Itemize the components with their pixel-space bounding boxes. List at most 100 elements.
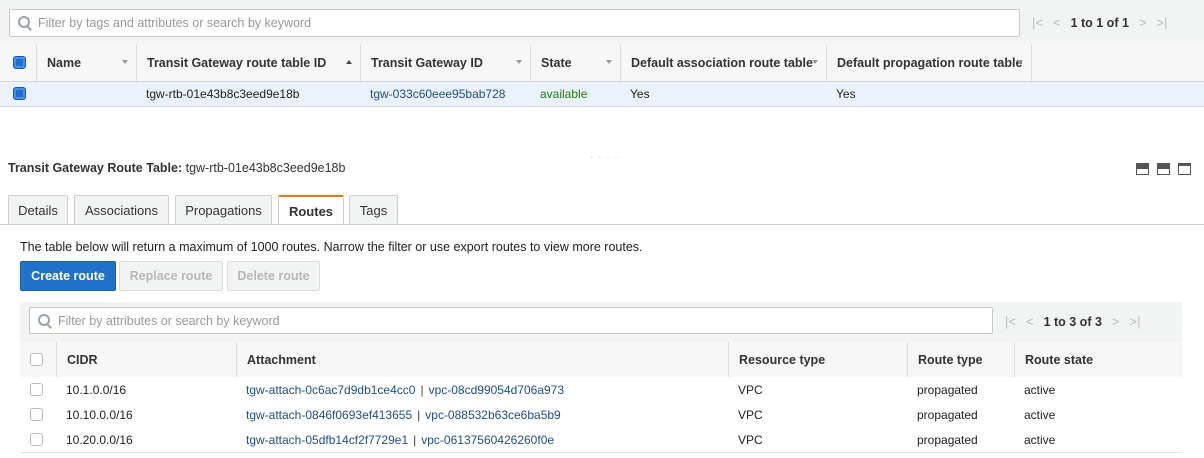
tab-tags[interactable]: Tags: [349, 195, 398, 224]
cell-route-state: active: [1024, 432, 1056, 447]
tab-details[interactable]: Details: [8, 195, 68, 224]
last-page-icon[interactable]: >|: [1157, 15, 1168, 30]
table-row[interactable]: 10.20.0.0/16 tgw-attach-05dfb14cf2f7729e…: [20, 427, 1182, 453]
split-view-icon[interactable]: [1178, 163, 1191, 175]
tab-associations[interactable]: Associations: [74, 195, 169, 224]
cell-resource-type: VPC: [738, 432, 763, 447]
sort-icon: [516, 60, 522, 64]
col-resource-type[interactable]: Resource type: [728, 342, 907, 377]
row-checkbox[interactable]: [30, 383, 43, 396]
tabs-divider: [0, 224, 1204, 225]
cell-cidr: 10.20.0.0/16: [66, 432, 133, 447]
sort-icon: [122, 60, 128, 64]
top-pagination: |< < 1 to 1 of 1 > >|: [1032, 15, 1167, 30]
col-cidr[interactable]: CIDR: [56, 342, 236, 377]
col-default-association[interactable]: Default association route table: [620, 45, 826, 81]
cell-route-state: active: [1024, 382, 1056, 397]
cell-route-type: propagated: [917, 432, 978, 447]
vpc-link[interactable]: vpc-088532b63ce6ba5b9: [425, 408, 560, 422]
panel-resize-handle[interactable]: · · · ·: [590, 152, 619, 163]
detail-title: Transit Gateway Route Table: tgw-rtb-01e…: [8, 161, 345, 175]
top-pagination-text: 1 to 1 of 1: [1070, 15, 1129, 30]
col-name[interactable]: Name: [36, 45, 136, 81]
first-page-icon[interactable]: |<: [1032, 15, 1043, 30]
split-view-icon[interactable]: [1157, 163, 1170, 175]
col-route-type[interactable]: Route type: [907, 342, 1014, 377]
col-default-propagation-label: Default propagation route table: [837, 56, 1023, 70]
search-icon: [38, 313, 52, 328]
col-resource-type-label: Resource type: [739, 352, 826, 367]
sort-icon: [1017, 60, 1023, 64]
col-state[interactable]: State: [530, 45, 620, 81]
col-gateway-id[interactable]: Transit Gateway ID: [360, 45, 530, 81]
routes-filter-bar: Filter by attributes or search by keywor…: [20, 302, 1182, 343]
delete-route-button[interactable]: Delete route: [227, 261, 320, 291]
split-view-icon[interactable]: [1136, 163, 1149, 175]
table-row[interactable]: tgw-rtb-01e43b8c3eed9e18b tgw-033c60eee9…: [0, 82, 1204, 107]
next-page-icon[interactable]: >: [1139, 15, 1147, 30]
col-route-table-id[interactable]: Transit Gateway route table ID: [136, 45, 360, 81]
sort-icon: [606, 60, 612, 64]
prev-page-icon[interactable]: <: [1026, 314, 1034, 329]
col-attachment[interactable]: Attachment: [236, 342, 728, 377]
select-all-checkbox[interactable]: [13, 56, 26, 69]
col-default-association-label: Default association route table: [631, 56, 813, 70]
routes-pagination-text: 1 to 3 of 3: [1043, 314, 1102, 329]
col-attachment-label: Attachment: [247, 352, 316, 367]
col-route-state[interactable]: Route state: [1014, 342, 1182, 377]
col-state-label: State: [541, 56, 572, 70]
cell-route-state: active: [1024, 407, 1056, 422]
cell-route-type: propagated: [917, 407, 978, 422]
attachment-separator: |: [417, 407, 421, 422]
cell-attachment: tgw-attach-0c6ac7d9db1ce4cc0 | vpc-08cd990…: [236, 377, 564, 402]
cell-state: available: [540, 87, 588, 101]
col-route-table-id-label: Transit Gateway route table ID: [147, 56, 327, 70]
row-checkbox[interactable]: [30, 408, 43, 421]
tab-routes[interactable]: Routes: [278, 195, 344, 225]
routes-pagination: |< < 1 to 3 of 3 > >|: [1005, 314, 1140, 329]
top-filter-bar: Filter by tags and attributes or search …: [0, 0, 1204, 46]
sort-icon: [812, 60, 818, 64]
routes-search-input[interactable]: Filter by attributes or search by keywor…: [29, 307, 993, 334]
attachment-link[interactable]: tgw-attach-05dfb14cf2f7729e1: [246, 433, 408, 447]
detail-title-value: tgw-rtb-01e43b8c3eed9e18b: [185, 161, 346, 175]
table-row[interactable]: 10.10.0.0/16 tgw-attach-0846f0693ef41365…: [20, 402, 1182, 428]
routes-select-all-checkbox[interactable]: [30, 353, 43, 366]
sort-icon: [346, 60, 352, 64]
replace-route-button[interactable]: Replace route: [119, 261, 223, 291]
cell-cidr: 10.10.0.0/16: [66, 407, 133, 422]
cell-gateway-id-link[interactable]: tgw-033c60eee95bab728: [360, 82, 505, 106]
cell-attachment: tgw-attach-0846f0693ef413655 | vpc-088532b…: [236, 402, 561, 427]
row-checkbox[interactable]: [30, 433, 43, 446]
vpc-link[interactable]: vpc-08cd99054d706a973: [429, 383, 564, 397]
cell-cidr: 10.1.0.0/16: [66, 382, 127, 397]
top-table-header: Name Transit Gateway route table ID Tran…: [0, 45, 1204, 82]
col-gateway-id-label: Transit Gateway ID: [371, 56, 483, 70]
next-page-icon[interactable]: >: [1112, 314, 1120, 329]
table-row[interactable]: 10.1.0.0/16 tgw-attach-0c6ac7d9db1ce4cc0…: [20, 377, 1182, 403]
prev-page-icon[interactable]: <: [1053, 15, 1061, 30]
attachment-link[interactable]: tgw-attach-0846f0693ef413655: [246, 408, 412, 422]
col-name-label: Name: [47, 56, 82, 70]
first-page-icon[interactable]: |<: [1005, 314, 1016, 329]
attachment-separator: |: [413, 432, 417, 447]
tab-propagations[interactable]: Propagations: [175, 195, 272, 224]
cell-resource-type: VPC: [738, 382, 763, 397]
row-checkbox[interactable]: [13, 87, 26, 100]
last-page-icon[interactable]: >|: [1130, 314, 1141, 329]
col-default-propagation[interactable]: Default propagation route table: [826, 45, 1032, 81]
detail-title-label: Transit Gateway Route Table:: [8, 161, 183, 175]
cell-default-propagation: Yes: [836, 87, 856, 101]
cell-name: [36, 82, 46, 106]
col-route-state-label: Route state: [1025, 352, 1094, 367]
cell-route-type: propagated: [917, 382, 978, 397]
attachment-link[interactable]: tgw-attach-0c6ac7d9db1ce4cc0: [246, 383, 415, 397]
search-icon: [18, 16, 32, 30]
col-route-type-label: Route type: [918, 352, 983, 367]
top-search-input[interactable]: Filter by tags and attributes or search …: [9, 9, 1020, 37]
routes-info-text: The table below will return a maximum of…: [20, 240, 643, 254]
create-route-button[interactable]: Create route: [20, 261, 116, 291]
top-search-placeholder: Filter by tags and attributes or search …: [38, 16, 312, 30]
routes-search-placeholder: Filter by attributes or search by keywor…: [58, 313, 280, 328]
vpc-link[interactable]: vpc-06137560426260f0e: [421, 433, 554, 447]
